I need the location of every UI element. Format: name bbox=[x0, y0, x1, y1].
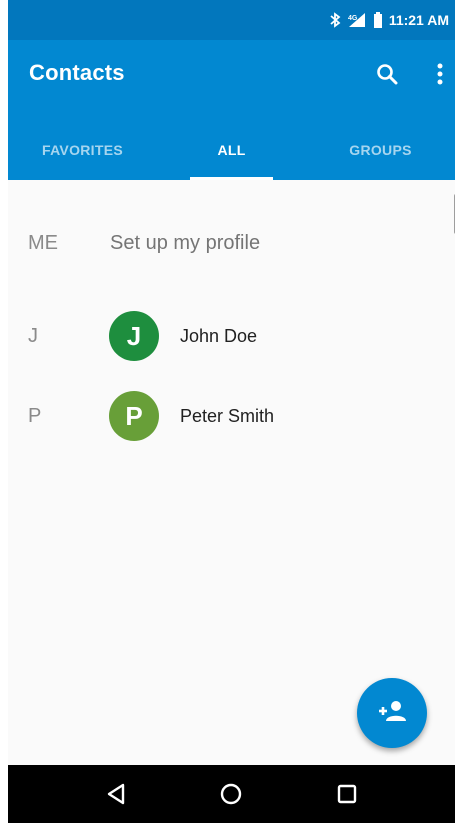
contact-name: John Doe bbox=[180, 326, 258, 346]
navigation-bar bbox=[8, 765, 455, 823]
status-bar: 4G 11:21 AM bbox=[8, 0, 455, 40]
bluetooth-icon bbox=[329, 12, 341, 28]
avatar: J bbox=[109, 311, 159, 361]
contact-row-peter-smith[interactable]: P P Peter Smith bbox=[8, 384, 455, 448]
back-icon[interactable] bbox=[96, 774, 136, 814]
section-letter: J bbox=[28, 325, 38, 347]
section-letter: P bbox=[28, 405, 42, 427]
tab-groups[interactable]: GROUPS bbox=[306, 120, 455, 180]
setup-profile-link[interactable]: Set up my profile bbox=[110, 232, 260, 255]
contact-name: Peter Smith bbox=[180, 406, 275, 426]
recents-icon[interactable] bbox=[327, 774, 367, 814]
tab-all[interactable]: ALL bbox=[157, 120, 306, 180]
battery-icon bbox=[373, 12, 383, 28]
tab-bar: FAVORITES ALL GROUPS bbox=[8, 120, 455, 180]
contact-row-john-doe[interactable]: J J John Doe bbox=[8, 304, 455, 368]
svg-text:4G: 4G bbox=[348, 15, 358, 22]
me-section: ME Set up my profile bbox=[8, 220, 455, 268]
more-vert-icon[interactable] bbox=[426, 60, 454, 88]
search-icon[interactable] bbox=[373, 60, 401, 88]
app-bar: Contacts FAVORITES ALL GROUPS bbox=[8, 40, 455, 180]
signal-icon: 4G bbox=[347, 12, 367, 28]
tab-favorites[interactable]: FAVORITES bbox=[8, 120, 157, 180]
me-label: ME bbox=[28, 232, 58, 254]
add-contact-button[interactable] bbox=[357, 678, 427, 748]
phone-screen: 4G 11:21 AM Contacts FAVORITES ALL GROUP… bbox=[8, 0, 455, 823]
app-title: Contacts bbox=[29, 60, 125, 85]
status-time: 11:21 AM bbox=[388, 12, 449, 28]
add-contact-icon bbox=[377, 699, 407, 728]
avatar: P bbox=[109, 391, 159, 441]
home-icon[interactable] bbox=[211, 774, 251, 814]
